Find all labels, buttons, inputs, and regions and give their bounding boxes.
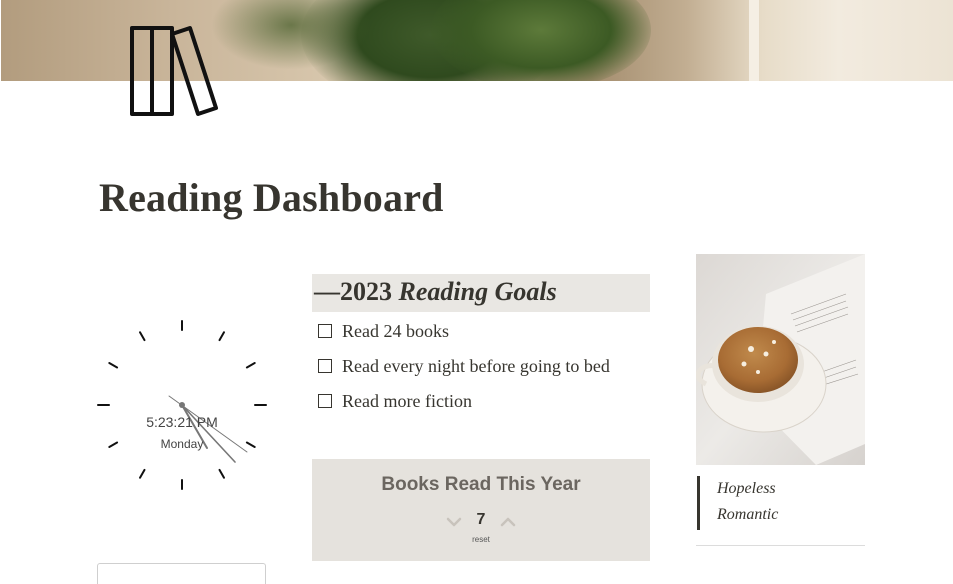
goals-year: —2023 xyxy=(314,277,399,306)
goals-heading-block: —2023 Reading Goals xyxy=(312,274,650,312)
counter-title: Books Read This Year xyxy=(381,474,581,495)
quote-line: Romantic xyxy=(717,506,779,523)
clock-time: 5:23:21 PM xyxy=(146,414,218,430)
todo-item[interactable]: Read 24 books xyxy=(318,319,449,343)
divider xyxy=(696,545,865,546)
checkbox[interactable] xyxy=(318,394,332,408)
coffee-book-photo xyxy=(696,254,865,465)
clock-face xyxy=(97,320,267,490)
checkbox[interactable] xyxy=(318,324,332,338)
counter-controls: 7 xyxy=(312,511,650,533)
todo-label: Read more fiction xyxy=(342,390,472,411)
goals-title: —2023 Reading Goals xyxy=(314,277,557,307)
checkbox[interactable] xyxy=(318,359,332,373)
reset-button[interactable]: reset xyxy=(312,535,650,544)
books-icon[interactable] xyxy=(128,24,224,120)
todo-item[interactable]: Read more fiction xyxy=(318,389,472,413)
counter-value: 7 xyxy=(476,511,486,528)
goals-label: Reading Goals xyxy=(398,277,557,306)
todo-label: Read every night before going to bed xyxy=(342,355,610,376)
chevron-up-icon[interactable] xyxy=(500,514,516,530)
todo-label: Read 24 books xyxy=(342,320,449,341)
todo-item[interactable]: Read every night before going to bed xyxy=(318,354,610,378)
quote-block: Hopeless Romantic xyxy=(697,476,857,530)
counter-widget: Books Read This Year 7 reset xyxy=(312,459,650,561)
quote-line: Hopeless xyxy=(717,480,776,497)
embed-block[interactable] xyxy=(97,563,266,584)
page-title: Reading Dashboard xyxy=(99,175,444,220)
clock-day: Monday xyxy=(160,437,204,451)
window-frame xyxy=(749,0,759,81)
chevron-down-icon[interactable] xyxy=(446,514,462,530)
clock-widget: 5:23:21 PM Monday xyxy=(97,320,267,490)
